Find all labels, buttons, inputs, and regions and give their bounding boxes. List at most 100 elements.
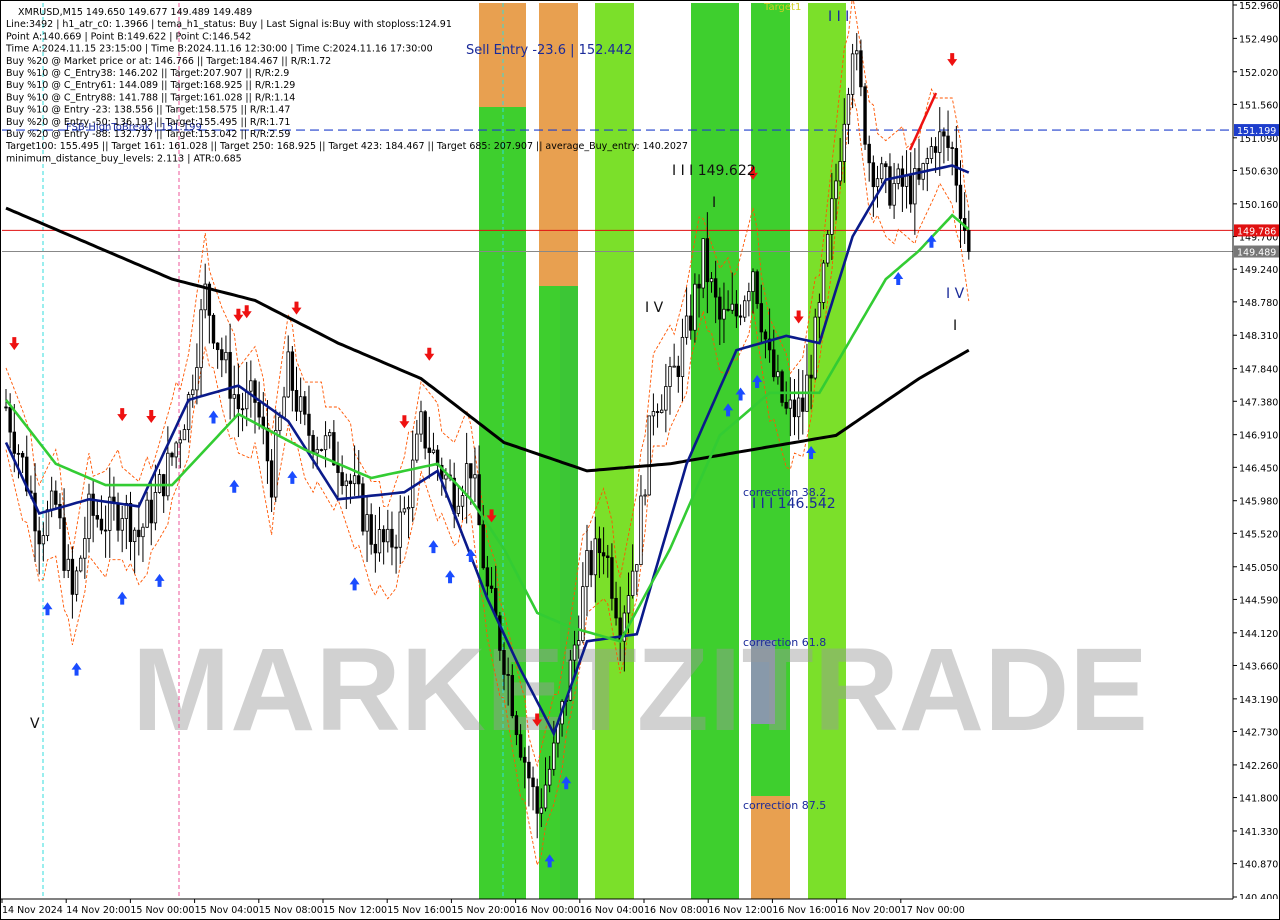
price-tick-label: 145.520 (1239, 529, 1278, 540)
price-tick-label: 152.020 (1239, 68, 1278, 79)
candle-body (157, 474, 162, 493)
price-tick-label: 146.450 (1239, 463, 1278, 474)
candle-body (357, 475, 361, 485)
candle-body (141, 526, 145, 538)
candle-body (751, 271, 755, 292)
header-line: Target100: 155.495 || Target 161: 161.02… (5, 141, 688, 152)
candle-body (647, 415, 651, 496)
candle-body (327, 432, 332, 437)
time-tick-label: 15 Nov 04:00 (195, 905, 259, 916)
price-tick-label: 148.310 (1239, 331, 1278, 342)
candle-body (709, 278, 714, 283)
candle-body (99, 518, 104, 531)
candle-body (410, 459, 415, 508)
price-tick-label: 146.910 (1239, 431, 1278, 442)
price-tick-label: 147.380 (1239, 397, 1278, 408)
candle-body (95, 515, 99, 520)
candle-body (49, 490, 54, 511)
candle-body (211, 314, 216, 344)
candle-body (66, 558, 70, 571)
candle-body (431, 449, 436, 453)
candle-body (460, 495, 465, 507)
candle-body (680, 336, 685, 377)
candle-body (20, 452, 25, 458)
candle-body (103, 529, 108, 532)
candle-body (763, 331, 768, 340)
candle-body (660, 409, 664, 413)
candle-body (352, 475, 357, 485)
price-badge-label: 149.786 (1237, 226, 1276, 237)
price-tick-label: 147.840 (1239, 365, 1278, 376)
header-line: Buy %20 @ Market price or at: 146.766 ||… (6, 56, 331, 67)
sell-entry-label: Sell Entry -23.6 | 152.442 (466, 43, 632, 58)
candle-body (593, 538, 597, 576)
candle-body (415, 433, 419, 461)
candle-body (958, 184, 963, 219)
candle-body (846, 93, 851, 125)
candle-body (821, 262, 826, 303)
candle-body (469, 463, 473, 479)
candle-body (145, 499, 149, 528)
candle-body (74, 570, 79, 595)
price-tick-label: 142.260 (1239, 761, 1278, 772)
candle-body (132, 529, 137, 543)
candle-body (294, 389, 299, 412)
candle-body (298, 396, 303, 412)
candle-body (801, 397, 805, 412)
candle-body (842, 123, 846, 162)
candle-body (929, 146, 934, 159)
candle-body (755, 271, 759, 304)
candle-body (79, 557, 83, 572)
candle-body (830, 198, 834, 235)
candle-body (655, 411, 660, 413)
candle-body (12, 431, 16, 454)
header-line: Buy %20 @ Entry -50: 136.193 || Target:1… (6, 117, 290, 128)
candle-body (668, 366, 672, 387)
candle-body (236, 394, 241, 410)
candle-body (967, 230, 971, 252)
candle-body (705, 238, 710, 283)
candle-body (386, 528, 390, 543)
candle-body (925, 158, 929, 164)
candle-body (701, 238, 705, 289)
time-tick-label: 15 Nov 20:00 (451, 905, 515, 916)
candle-body (722, 308, 726, 320)
candle-body (950, 147, 954, 149)
price-tick-label: 144.120 (1239, 629, 1278, 640)
candle-body (784, 401, 788, 409)
price-tick-label: 150.630 (1239, 166, 1278, 177)
candle-body (547, 768, 552, 786)
candle-body (581, 586, 585, 642)
candle-body (224, 351, 228, 361)
candle-body (398, 511, 402, 548)
time-tick-label: 15 Nov 08:00 (259, 905, 323, 916)
candle-body (502, 650, 506, 675)
candle-body (149, 499, 153, 524)
candle-body (855, 50, 859, 55)
candle-body (311, 434, 315, 454)
candle-body (796, 397, 801, 418)
candle-body (626, 595, 631, 614)
price-tick-label: 144.590 (1239, 595, 1278, 606)
candle-body (664, 386, 668, 411)
target1-label: Target1 (763, 2, 801, 13)
candle-body (693, 283, 697, 331)
candle-body (54, 490, 58, 505)
candle-body (610, 557, 614, 599)
candle-body (489, 585, 494, 589)
price-tick-label: 145.050 (1239, 563, 1278, 574)
price-chart[interactable]: MARKETZITRADE Sell Entry -23.6 | 152.442… (0, 0, 1280, 920)
candle-body (535, 786, 539, 814)
candle-body (116, 502, 120, 531)
candle-body (734, 303, 739, 317)
candle-body (195, 367, 199, 391)
candle-body (946, 135, 950, 148)
correction-38-label: correction 38.2 (743, 486, 826, 499)
candle-body (523, 756, 527, 763)
price-tick-label: 148.780 (1239, 298, 1278, 309)
header-line: Buy %10 @ Entry -23: 138.556 || Target:1… (6, 105, 290, 116)
header-line: Buy %10 @ C_Entry38: 146.202 || Target:2… (6, 68, 289, 79)
candle-body (373, 543, 378, 554)
candle-body (402, 508, 407, 513)
candle-body (485, 567, 490, 587)
